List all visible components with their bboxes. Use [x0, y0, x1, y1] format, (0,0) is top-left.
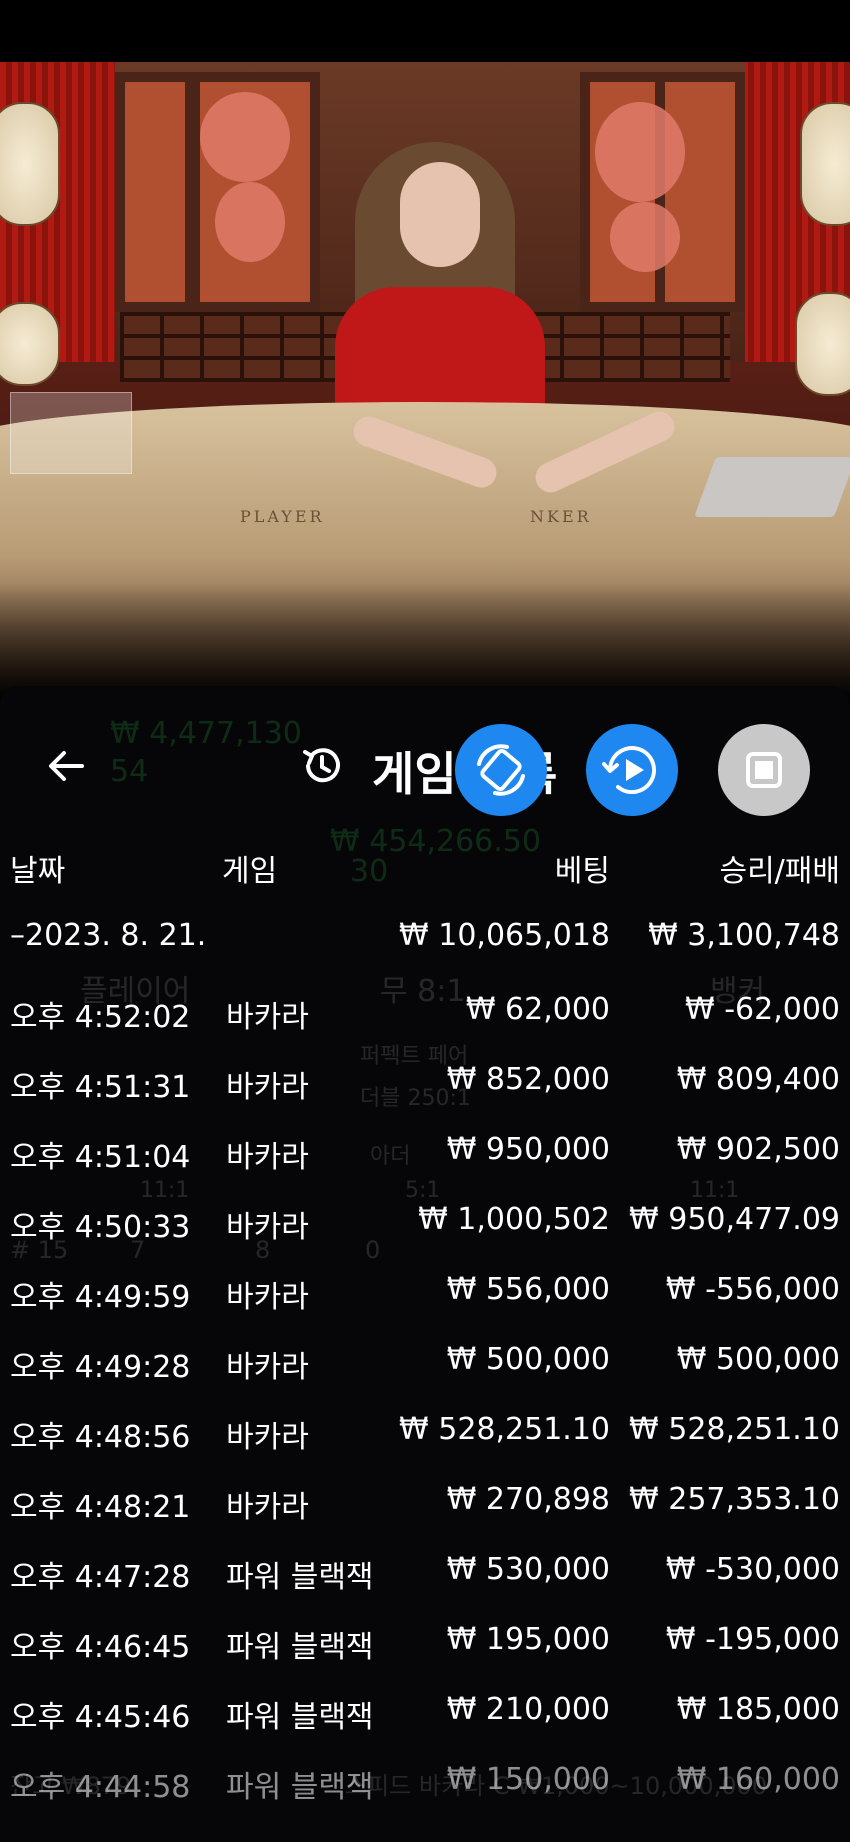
blossom: [595, 102, 685, 202]
table-row[interactable]: 오후 4:52:02 바카라 ₩ 62,000 ₩ -62,000: [0, 992, 850, 1052]
row-time: 오후 4:47:28: [10, 1560, 191, 1595]
row-game: 바카라: [226, 1420, 309, 1455]
row-bet: ₩ 500,000: [446, 1342, 610, 1377]
row-bet: ₩ 556,000: [446, 1272, 610, 1307]
row-bet: ₩ 530,000: [446, 1552, 610, 1587]
table-label-banker: NKER: [530, 507, 592, 526]
row-bet: ₩ 210,000: [446, 1692, 610, 1727]
col-header-game: 게임: [222, 854, 278, 889]
table-row[interactable]: 오후 4:44:58 파워 블랙잭 ₩ 150,000 ₩ 160,000: [0, 1762, 850, 1822]
row-game: 바카라: [226, 1350, 309, 1385]
lantern-left-bottom: [0, 302, 60, 386]
row-bet: ₩ 150,000: [446, 1762, 610, 1797]
row-game: 바카라: [226, 1280, 309, 1315]
row-time: 오후 4:52:02: [10, 1000, 191, 1035]
col-header-bet: 베팅: [554, 854, 610, 889]
video-replay-icon: [602, 746, 656, 795]
row-game: 바카라: [226, 1000, 309, 1035]
summary-result: ₩ 3,100,748: [648, 918, 840, 953]
row-game: 파워 블랙잭: [226, 1630, 374, 1665]
window-left: [115, 72, 195, 312]
row-time: 오후 4:50:33: [10, 1210, 191, 1245]
row-result: ₩ 185,000: [676, 1692, 840, 1727]
col-header-date: 날짜: [10, 854, 66, 889]
row-result: ₩ -556,000: [665, 1272, 840, 1307]
game-history-panel: ₩ 4,477,130 54 ₩ 454,266.50 30 플레이어 무 8:…: [0, 686, 850, 1842]
row-result: ₩ 528,251.10: [629, 1412, 840, 1447]
stop-button[interactable]: [718, 724, 810, 816]
summary-date: –2023. 8. 21.: [10, 918, 207, 953]
row-result: ₩ 902,500: [676, 1132, 840, 1167]
live-dealer-video: PLAYER NKER: [0, 62, 850, 702]
row-game: 바카라: [226, 1140, 309, 1175]
table-row[interactable]: 오후 4:48:56 바카라 ₩ 528,251.10 ₩ 528,251.10: [0, 1412, 850, 1472]
row-game: 파워 블랙잭: [226, 1700, 374, 1735]
row-bet: ₩ 270,898: [446, 1482, 610, 1517]
row-bet: ₩ 528,251.10: [399, 1412, 610, 1447]
row-time: 오후 4:49:28: [10, 1350, 191, 1385]
blossom: [200, 92, 290, 182]
row-time: 오후 4:51:31: [10, 1070, 191, 1105]
table-row[interactable]: 오후 4:45:46 파워 블랙잭 ₩ 210,000 ₩ 185,000: [0, 1692, 850, 1752]
table-row[interactable]: 오후 4:51:04 바카라 ₩ 950,000 ₩ 902,500: [0, 1132, 850, 1192]
row-time: 오후 4:45:46: [10, 1700, 191, 1735]
row-game: 파워 블랙잭: [226, 1560, 374, 1595]
table-row[interactable]: 오후 4:47:28 파워 블랙잭 ₩ 530,000 ₩ -530,000: [0, 1552, 850, 1612]
row-time: 오후 4:49:59: [10, 1280, 191, 1315]
row-result: ₩ 500,000: [676, 1342, 840, 1377]
row-result: ₩ 160,000: [676, 1762, 840, 1797]
lantern-left-top: [0, 102, 60, 226]
lantern-right-top: [800, 102, 850, 226]
arrow-left-icon: [49, 751, 84, 781]
replay-button[interactable]: [586, 724, 678, 816]
card-shoe: [694, 457, 850, 517]
rotate-screen-button[interactable]: [455, 724, 547, 816]
table-row[interactable]: 오후 4:51:31 바카라 ₩ 852,000 ₩ 809,400: [0, 1062, 850, 1122]
video-fade: [0, 582, 850, 702]
blossom: [610, 202, 680, 272]
table-label-player: PLAYER: [240, 507, 325, 526]
back-button[interactable]: [44, 744, 88, 788]
row-time: 오후 4:44:58: [10, 1770, 191, 1805]
lantern-right-bottom: [795, 292, 850, 396]
row-bet: ₩ 852,000: [446, 1062, 610, 1097]
ghost-center-count: 30: [350, 854, 389, 889]
row-time: 오후 4:48:56: [10, 1420, 191, 1455]
row-game: 바카라: [226, 1210, 309, 1245]
summary-row[interactable]: –2023. 8. 21. ₩ 10,065,018 ₩ 3,100,748: [0, 918, 850, 978]
row-time: 오후 4:46:45: [10, 1630, 191, 1665]
table-row[interactable]: 오후 4:46:45 파워 블랙잭 ₩ 195,000 ₩ -195,000: [0, 1622, 850, 1682]
row-bet: ₩ 195,000: [446, 1622, 610, 1657]
history-icon: [300, 744, 344, 788]
row-bet: ₩ 62,000: [465, 992, 610, 1027]
stop-record-icon: [746, 752, 782, 788]
table-row[interactable]: 오후 4:48:21 바카라 ₩ 270,898 ₩ 257,353.10: [0, 1482, 850, 1542]
row-bet: ₩ 1,000,502: [418, 1202, 610, 1237]
row-result: ₩ 809,400: [676, 1062, 840, 1097]
row-game: 바카라: [226, 1490, 309, 1525]
row-game: 파워 블랙잭: [226, 1770, 374, 1805]
row-result: ₩ 257,353.10: [629, 1482, 840, 1517]
row-bet: ₩ 950,000: [446, 1132, 610, 1167]
table-row[interactable]: 오후 4:50:33 바카라 ₩ 1,000,502 ₩ 950,477.09: [0, 1202, 850, 1262]
window-right: [655, 72, 745, 312]
row-game: 바카라: [226, 1070, 309, 1105]
row-time: 오후 4:51:04: [10, 1140, 191, 1175]
col-header-result: 승리/패배: [719, 854, 840, 889]
table-row[interactable]: 오후 4:49:59 바카라 ₩ 556,000 ₩ -556,000: [0, 1272, 850, 1332]
screen-rotate-icon: [477, 744, 525, 796]
row-result: ₩ -62,000: [685, 992, 840, 1027]
discard-tray: [10, 392, 132, 474]
dealer-face: [400, 162, 480, 267]
row-time: 오후 4:48:21: [10, 1490, 191, 1525]
row-result: ₩ -530,000: [665, 1552, 840, 1587]
summary-bet: ₩ 10,065,018: [399, 918, 610, 953]
table-row[interactable]: 오후 4:49:28 바카라 ₩ 500,000 ₩ 500,000: [0, 1342, 850, 1402]
row-result: ₩ -195,000: [665, 1622, 840, 1657]
row-result: ₩ 950,477.09: [629, 1202, 840, 1237]
blossom: [215, 182, 285, 262]
